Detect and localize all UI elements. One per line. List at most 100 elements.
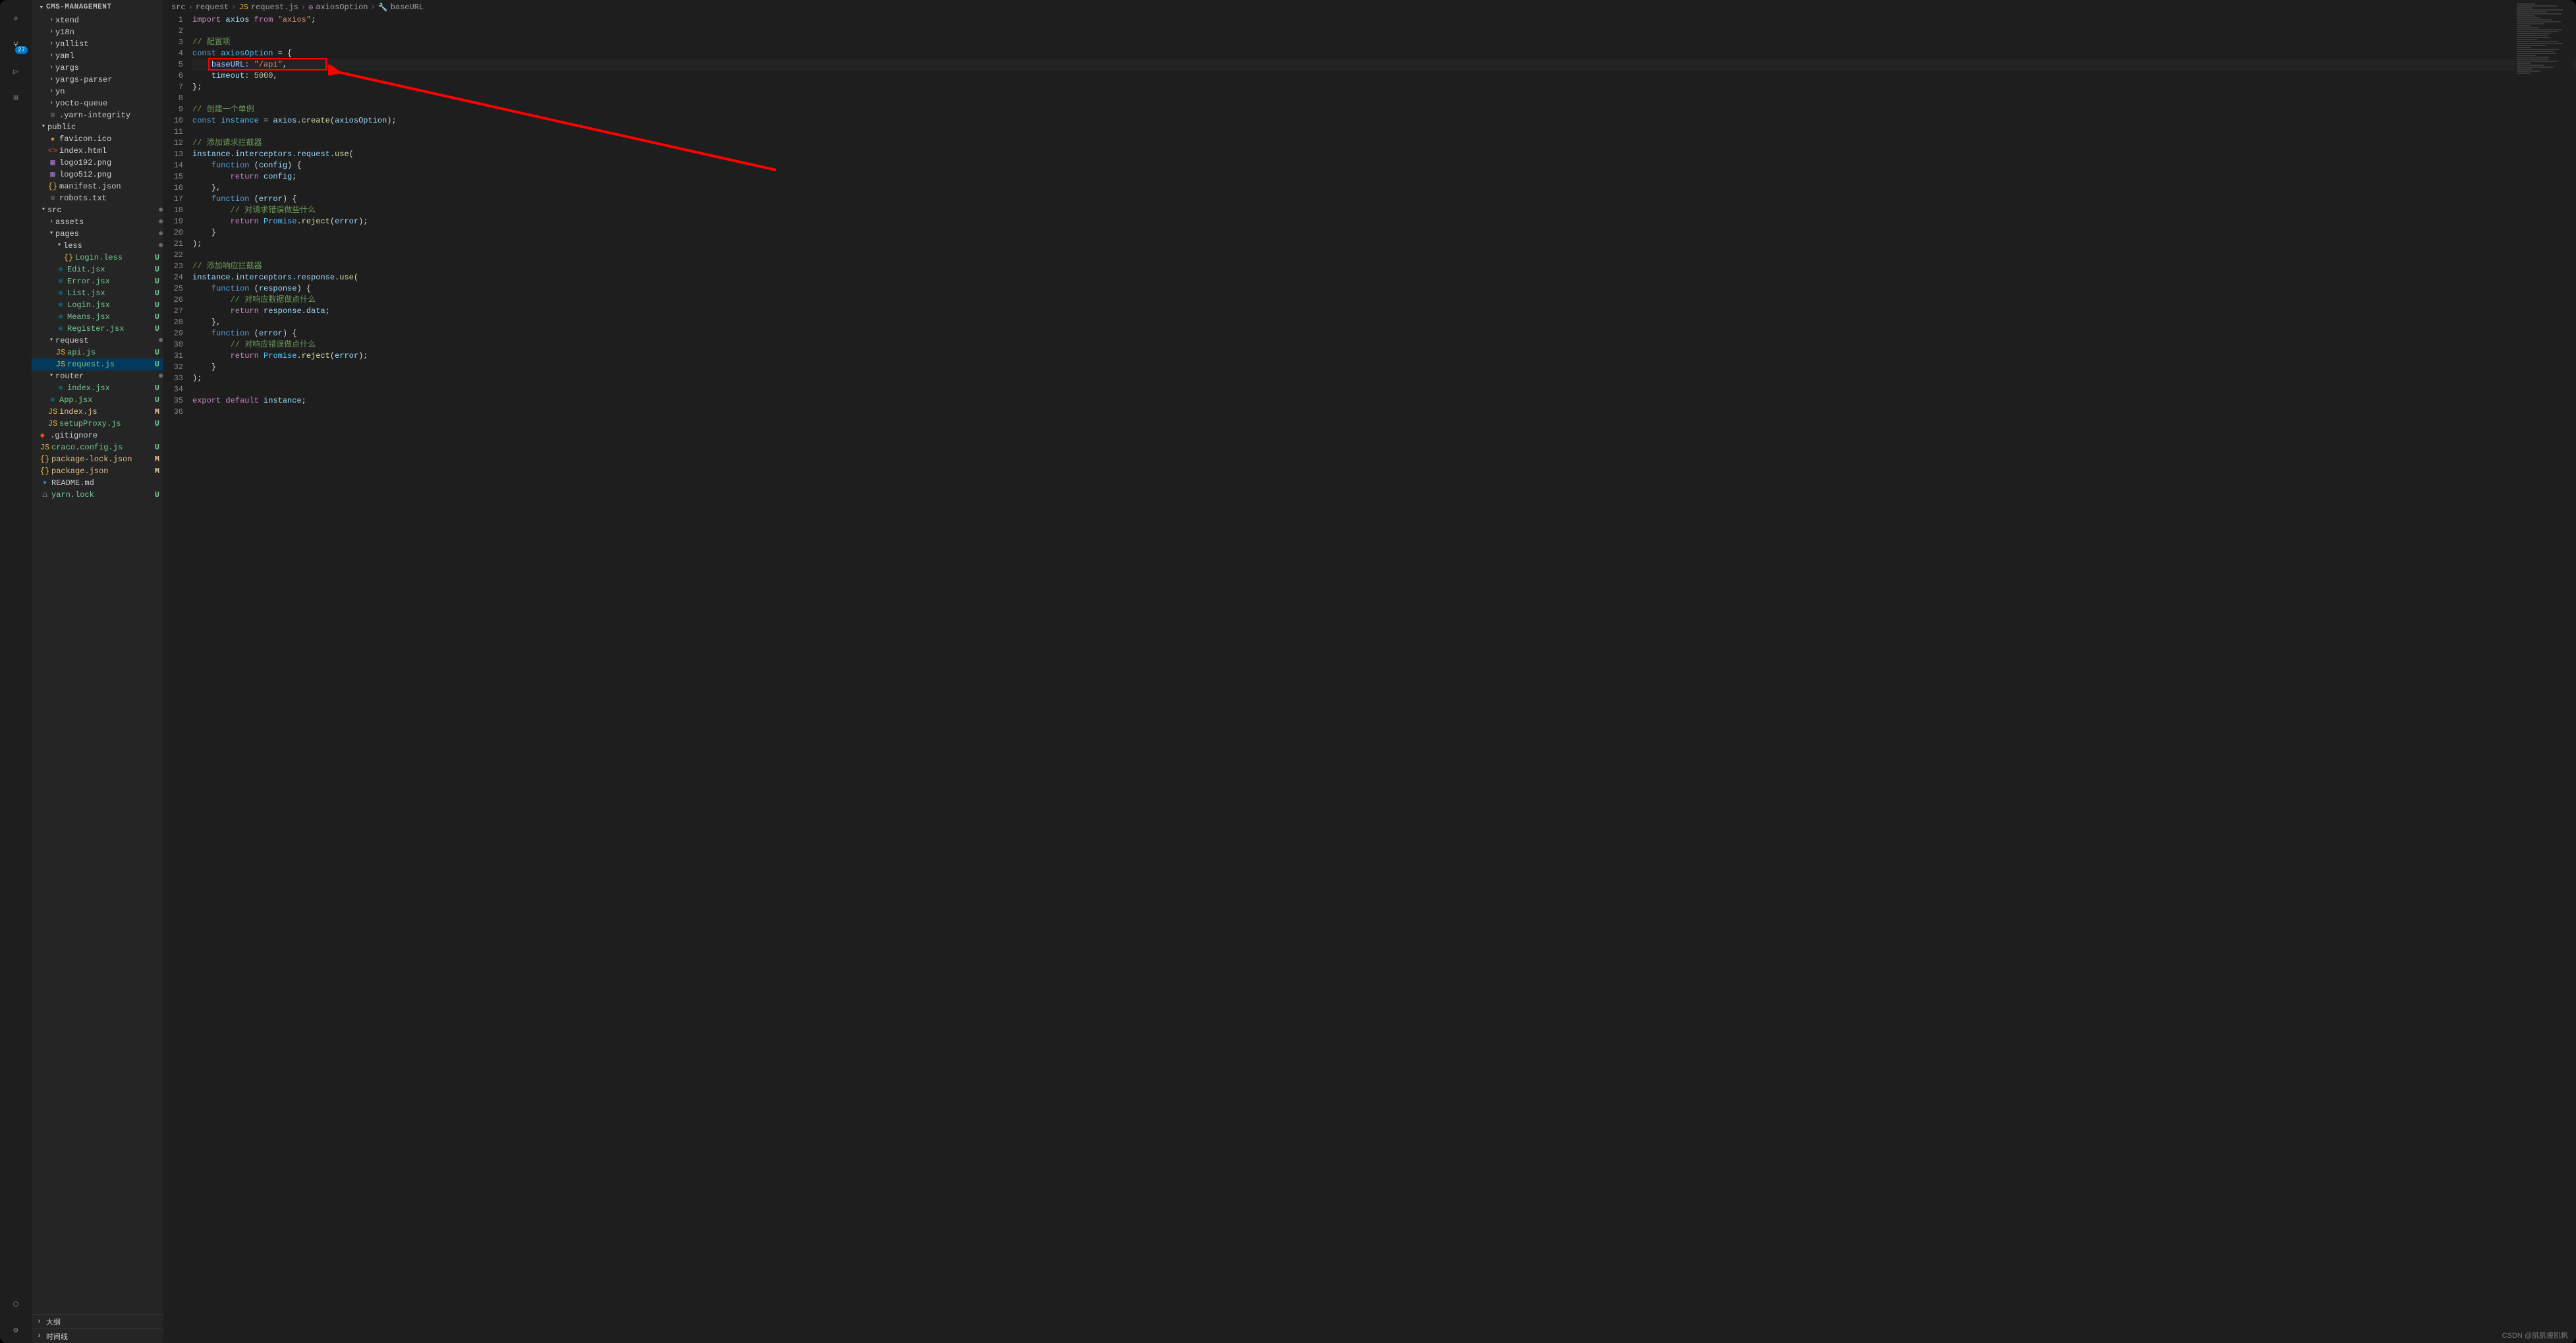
tree-folder[interactable]: ›yargs-parser <box>32 74 163 86</box>
code-line[interactable]: // 配置项 <box>192 37 2576 48</box>
code-line[interactable]: function (config) { <box>192 160 2576 171</box>
explorer-project-header[interactable]: ▾ CMS-MANAGEMENT <box>32 0 163 14</box>
code-line[interactable]: // 添加请求拦截器 <box>192 138 2576 149</box>
code-line[interactable]: } <box>192 362 2576 373</box>
breadcrumb-item[interactable]: request <box>196 3 229 12</box>
code-line[interactable]: return config; <box>192 171 2576 183</box>
code-line[interactable]: // 对响应数据做点什么 <box>192 295 2576 306</box>
code-line[interactable]: return Promise.reject(error); <box>192 351 2576 362</box>
line-number: 15 <box>163 171 183 183</box>
tree-file[interactable]: ▦logo512.png <box>32 169 163 181</box>
code-line[interactable]: ); <box>192 373 2576 384</box>
tree-file[interactable]: {}Login.lessU <box>32 252 163 264</box>
code-line[interactable] <box>192 250 2576 261</box>
code-line[interactable]: }, <box>192 183 2576 194</box>
tree-file[interactable]: ⩍yarn.lockU <box>32 489 163 501</box>
tree-file[interactable]: ⚛Means.jsxU <box>32 311 163 323</box>
code-line[interactable]: function (response) { <box>192 283 2576 295</box>
code-line[interactable]: export default instance; <box>192 395 2576 407</box>
tree-folder[interactable]: ▾public <box>32 121 163 133</box>
tree-folder[interactable]: ▾src● <box>32 204 163 216</box>
code-line[interactable]: // 对请求错误做些什么 <box>192 205 2576 216</box>
code-line[interactable] <box>192 26 2576 37</box>
tree-file[interactable]: ⚛List.jsxU <box>32 287 163 299</box>
code-line[interactable]: // 添加响应拦截器 <box>192 261 2576 272</box>
code-line[interactable]: // 对响应错误做点什么 <box>192 339 2576 351</box>
sidebar-section[interactable]: ›时间线 <box>32 1329 163 1343</box>
tree-file[interactable]: ⚛index.jsxU <box>32 382 163 394</box>
search-icon[interactable]: ⌕ <box>0 5 32 32</box>
code-line[interactable]: ); <box>192 239 2576 250</box>
tree-file[interactable]: ≡robots.txt <box>32 192 163 204</box>
tree-file[interactable]: JSapi.jsU <box>32 347 163 358</box>
code-line[interactable]: timeout: 5000, <box>192 71 2576 82</box>
code-line[interactable]: const instance = axios.create(axiosOptio… <box>192 115 2576 127</box>
code-line[interactable]: } <box>192 227 2576 239</box>
tree-folder[interactable]: ▾pages● <box>32 228 163 240</box>
tree-file[interactable]: JSrequest.jsU <box>32 358 163 370</box>
breadcrumb-item[interactable]: baseURL <box>391 3 424 12</box>
tree-file[interactable]: ◆.gitignore <box>32 430 163 442</box>
settings-gear-icon[interactable]: ⚙ <box>0 1317 32 1343</box>
source-control-icon[interactable]: ⑂27 <box>0 32 32 58</box>
code-line[interactable]: return Promise.reject(error); <box>192 216 2576 227</box>
code-line[interactable]: baseURL: "/api", <box>192 59 2576 71</box>
tree-folder[interactable]: ›yargs <box>32 62 163 74</box>
tree-folder[interactable]: ▾request● <box>32 335 163 347</box>
account-icon[interactable]: ◯ <box>0 1290 32 1317</box>
breadcrumb-item[interactable]: request.js <box>251 3 298 12</box>
code-lines[interactable]: import axios from "axios"; // 配置项const a… <box>192 14 2576 1343</box>
tree-folder[interactable]: ▾router● <box>32 370 163 382</box>
tree-file[interactable]: ⚛Edit.jsxU <box>32 264 163 275</box>
code-line[interactable]: }, <box>192 317 2576 328</box>
tree-file[interactable]: ⚛Login.jsxU <box>32 299 163 311</box>
breadcrumb-item[interactable]: axiosOption <box>316 3 368 12</box>
tree-file[interactable]: ⚛App.jsxU <box>32 394 163 406</box>
tree-folder[interactable]: ▾less● <box>32 240 163 252</box>
tree-file[interactable]: ⚛Error.jsxU <box>32 275 163 287</box>
code-line[interactable]: instance.interceptors.response.use( <box>192 272 2576 283</box>
code-editor[interactable]: 1234567891011121314151617181920212223242… <box>163 14 2576 1343</box>
code-line[interactable]: instance.interceptors.request.use( <box>192 149 2576 160</box>
tree-folder[interactable]: ›yallist <box>32 38 163 50</box>
file-tree[interactable]: ›xtend›y18n›yallist›yaml›yargs›yargs-par… <box>32 14 163 1314</box>
tree-file[interactable]: {}manifest.json <box>32 181 163 192</box>
code-line[interactable] <box>192 93 2576 104</box>
code-line[interactable] <box>192 384 2576 395</box>
tree-file[interactable]: ★favicon.ico <box>32 133 163 145</box>
tree-folder[interactable]: ›yaml <box>32 50 163 62</box>
run-debug-icon[interactable]: ▷ <box>0 58 32 84</box>
sidebar-section[interactable]: ›大纲 <box>32 1314 163 1329</box>
tree-file[interactable]: JScraco.config.jsU <box>32 442 163 453</box>
code-line[interactable]: const axiosOption = { <box>192 48 2576 59</box>
tree-folder[interactable]: ›assets● <box>32 216 163 228</box>
code-line[interactable]: function (error) { <box>192 194 2576 205</box>
tree-file[interactable]: JSindex.jsM <box>32 406 163 418</box>
tree-folder[interactable]: ›y18n <box>32 26 163 38</box>
tree-file[interactable]: {}package-lock.jsonM <box>32 453 163 465</box>
breadcrumb-item[interactable]: src <box>171 3 186 12</box>
line-number: 27 <box>163 306 183 317</box>
code-line[interactable]: }; <box>192 82 2576 93</box>
code-line[interactable]: return response.data; <box>192 306 2576 317</box>
code-line[interactable]: import axios from "axios"; <box>192 14 2576 26</box>
tree-file[interactable]: ⚛Register.jsxU <box>32 323 163 335</box>
code-line[interactable]: function (error) { <box>192 328 2576 339</box>
tree-item-label: yn <box>55 86 163 98</box>
tree-file[interactable]: <>index.html <box>32 145 163 157</box>
tree-file[interactable]: ▦logo192.png <box>32 157 163 169</box>
minimap[interactable] <box>2514 3 2573 82</box>
code-line[interactable]: // 创建一个单例 <box>192 104 2576 115</box>
tree-folder[interactable]: ›yocto-queue <box>32 98 163 109</box>
tree-file[interactable]: {}package.jsonM <box>32 465 163 477</box>
git-dirty-indicator: ● <box>158 370 163 382</box>
tree-folder[interactable]: ›xtend <box>32 14 163 26</box>
tree-file[interactable]: ▾README.md <box>32 477 163 489</box>
tree-file[interactable]: ≡.yarn-integrity <box>32 109 163 121</box>
tree-file[interactable]: JSsetupProxy.jsU <box>32 418 163 430</box>
breadcrumbs[interactable]: src›request›JS request.js›⊙ axiosOption›… <box>163 0 2576 14</box>
code-line[interactable] <box>192 127 2576 138</box>
tree-folder[interactable]: ›yn <box>32 86 163 98</box>
code-line[interactable] <box>192 407 2576 418</box>
extensions-icon[interactable]: ⊞ <box>0 84 32 111</box>
